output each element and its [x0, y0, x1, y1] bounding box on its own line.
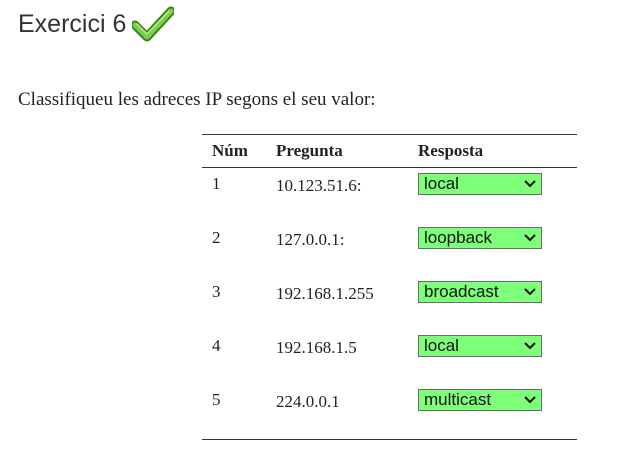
answer-value: broadcast — [424, 282, 499, 301]
page-title: Exercici 6 — [18, 10, 127, 38]
header-pregunta: Pregunta — [276, 141, 343, 160]
row-number: 2 — [212, 228, 221, 247]
header-num: Núm — [212, 141, 248, 160]
answer-value: multicast — [424, 390, 492, 409]
table-row: 4 192.168.1.5 local — [202, 330, 577, 384]
ip-address: 10.123.51.6: — [276, 176, 362, 195]
chevron-down-icon — [524, 234, 536, 242]
answer-value: loopback — [424, 228, 493, 247]
answer-select[interactable]: broadcast — [418, 281, 542, 303]
table-row: 2 127.0.0.1: loopback — [202, 222, 577, 276]
ip-address: 192.168.1.255 — [276, 284, 374, 303]
ip-address: 127.0.0.1: — [276, 230, 345, 249]
answer-select[interactable]: local — [418, 335, 542, 357]
checkmark-icon — [130, 5, 176, 43]
answer-select[interactable]: local — [418, 173, 542, 195]
row-number: 5 — [212, 390, 221, 409]
table-header: Núm Pregunta Resposta — [202, 135, 577, 168]
table-row: 1 10.123.51.6: local — [202, 168, 577, 222]
chevron-down-icon — [524, 342, 536, 350]
table-row: 5 224.0.0.1 multicast — [202, 384, 577, 438]
chevron-down-icon — [524, 180, 536, 188]
row-number: 3 — [212, 282, 221, 301]
questions-table: Núm Pregunta Resposta 1 10.123.51.6: loc… — [202, 134, 577, 440]
table-row: 3 192.168.1.255 broadcast — [202, 276, 577, 330]
row-number: 4 — [212, 336, 221, 355]
ip-address: 192.168.1.5 — [276, 338, 357, 357]
chevron-down-icon — [524, 396, 536, 404]
answer-value: local — [424, 336, 459, 355]
ip-address: 224.0.0.1 — [276, 392, 340, 411]
answer-select[interactable]: loopback — [418, 227, 542, 249]
header-resposta: Resposta — [418, 141, 484, 160]
instructions-text: Classifiqueu les adreces IP segons el se… — [18, 89, 376, 110]
answer-value: local — [424, 174, 459, 193]
answer-select[interactable]: multicast — [418, 389, 542, 411]
row-number: 1 — [212, 174, 221, 193]
chevron-down-icon — [524, 288, 536, 296]
exercise-header: Exercici 6 — [18, 4, 176, 44]
